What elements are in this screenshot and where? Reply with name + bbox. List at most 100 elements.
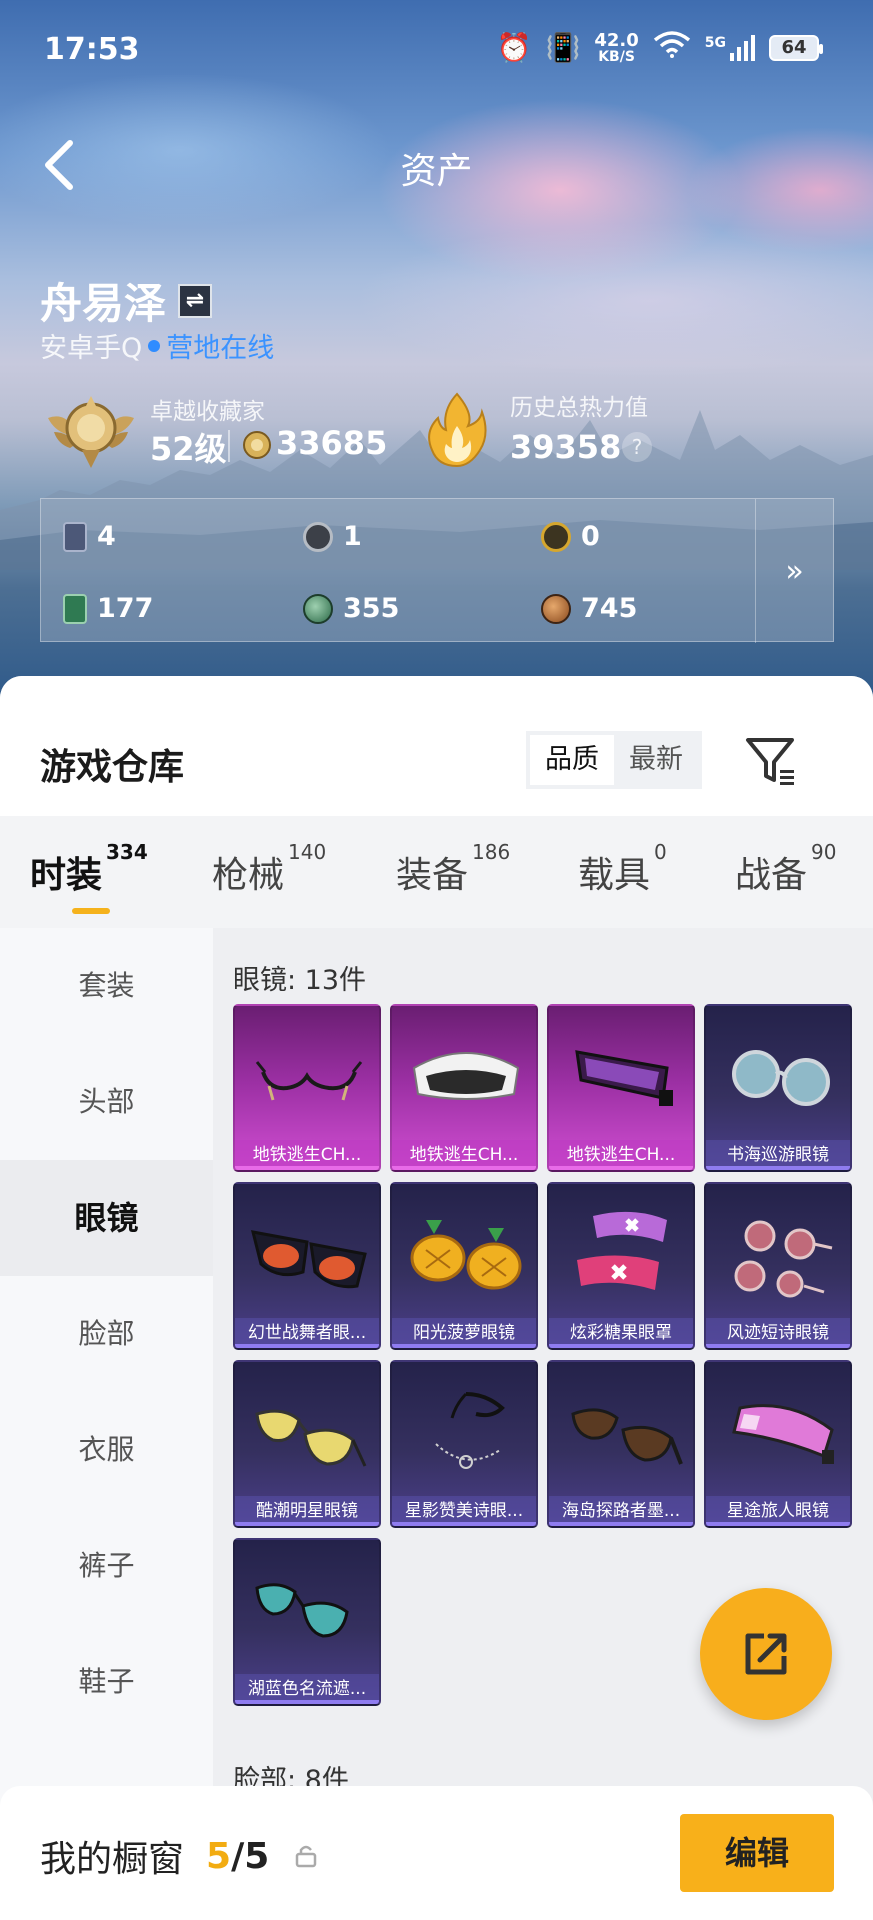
item-card[interactable]: 星途旅人眼镜 [704, 1360, 852, 1528]
edit-button[interactable]: 编辑 [680, 1814, 834, 1892]
warehouse-sheet: 游戏仓库 品质 最新 时装334 枪械140 装备186 载具0 战备90 套装… [0, 676, 873, 1920]
candy-blindfold-icon [577, 1211, 667, 1290]
showcase-label: 我的橱窗 5/5 [40, 1830, 317, 1882]
item-card[interactable]: 幻世战舞者眼... [233, 1182, 381, 1350]
tab-supplies[interactable]: 战备90 [735, 840, 836, 898]
sort-toggle: 品质 最新 [526, 731, 702, 789]
lock-icon [296, 1845, 317, 1868]
stat-item: 745 [541, 593, 637, 624]
item-card[interactable]: 星影赞美诗眼... [390, 1360, 538, 1528]
item-card[interactable]: 地铁逃生CH... [547, 1004, 695, 1172]
sort-newest-button[interactable]: 最新 [614, 735, 698, 785]
pink-round-glasses-icon [734, 1220, 833, 1298]
online-dot-icon [148, 339, 161, 352]
silver-medal-icon [303, 521, 333, 552]
item-card[interactable]: 湖蓝色名流遮... [233, 1538, 381, 1706]
tab-vehicles[interactable]: 载具0 [578, 840, 667, 898]
alarm-icon: ⏰ [496, 31, 532, 64]
platform-info: 安卓手Q 营地在线 [40, 326, 274, 365]
active-tab-indicator [72, 908, 110, 914]
tab-equipment[interactable]: 装备186 [396, 840, 510, 898]
sidebar-item-suit[interactable]: 套装 [0, 928, 213, 1044]
sidebar-item-face[interactable]: 脸部 [0, 1276, 213, 1392]
category-tabs: 时装334 枪械140 装备186 载具0 战备90 [0, 816, 873, 928]
subcategory-sidebar: 套装 头部 眼镜 脸部 衣服 裤子 鞋子 [0, 928, 213, 1808]
chain-monocle-icon [435, 1392, 505, 1469]
switch-account-icon[interactable]: ⇌ [178, 283, 213, 318]
heat-value: 39358 [510, 428, 622, 466]
battery-icon: 64 [769, 34, 823, 61]
item-card[interactable]: 书海巡游眼镜 [704, 1004, 852, 1172]
stat-item: 355 [303, 593, 399, 624]
card-icon [63, 521, 87, 552]
rarity-bar [392, 1344, 536, 1348]
external-link-icon [745, 1633, 787, 1675]
pink-visor-icon [732, 1404, 834, 1464]
brown-sunglasses-icon [571, 1408, 683, 1465]
tab-guns[interactable]: 枪械140 [212, 840, 326, 898]
online-status: 营地在线 [166, 333, 275, 364]
rarity-bar [706, 1166, 850, 1170]
chain-glasses-icon [255, 1061, 363, 1101]
heat-title: 历史总热力值 [510, 395, 648, 421]
medal-coin-icon [243, 431, 271, 459]
showcase-bar: 我的橱窗 5/5 编辑 [0, 1786, 873, 1920]
section-heading-glasses: 眼镜: 13件 [233, 965, 367, 996]
item-card[interactable]: 风迹短诗眼镜 [704, 1182, 852, 1350]
filter-icon[interactable] [742, 732, 800, 788]
double-chevron-right-icon[interactable]: » [755, 499, 833, 643]
stat-item: 1 [303, 521, 362, 552]
divider [228, 430, 230, 462]
visor-goggles-icon [575, 1050, 673, 1106]
rarity-bar [549, 1522, 693, 1526]
item-grid-area: 眼镜: 13件 地铁逃生CH... 地铁逃生CH... 地铁逃生CH... 书海… [213, 928, 873, 1868]
sort-quality-button[interactable]: 品质 [530, 735, 614, 785]
stat-item: 4 [63, 521, 116, 552]
showcase-total: 5 [244, 1835, 270, 1877]
yellow-aviators-icon [255, 1409, 367, 1467]
green-card-icon [63, 593, 87, 624]
collector-level: 52级 [150, 430, 227, 468]
item-card[interactable]: 酷潮明星眼镜 [233, 1360, 381, 1528]
stat-item: 177 [63, 593, 153, 624]
asset-stats-panel[interactable]: 4 1 0 177 355 745 » [40, 498, 834, 643]
item-card[interactable]: 地铁逃生CH... [390, 1004, 538, 1172]
status-time: 17:53 [44, 32, 140, 67]
orange-sunglasses-icon [250, 1230, 367, 1289]
round-glasses-icon [732, 1050, 830, 1106]
profile-header: 17:53 ⏰ 📳 42.0 KB/S 5G 64 资产 舟易泽 ⇌ 安卓手Q 营… [0, 0, 873, 700]
rarity-bar [235, 1344, 379, 1348]
sidebar-item-shoes[interactable]: 鞋子 [0, 1624, 213, 1740]
cell-signal-icon: 5G [705, 34, 755, 61]
rarity-bar [549, 1344, 693, 1348]
warehouse-title: 游戏仓库 [40, 747, 185, 788]
showcase-slash: / [231, 1835, 245, 1877]
sidebar-item-head[interactable]: 头部 [0, 1044, 213, 1160]
item-card[interactable]: 阳光菠萝眼镜 [390, 1182, 538, 1350]
warehouse-header: 游戏仓库 品质 最新 [0, 676, 873, 816]
status-icons: ⏰ 📳 42.0 KB/S 5G 64 [496, 29, 823, 65]
item-card[interactable]: 地铁逃生CH... [233, 1004, 381, 1172]
rarity-bar [235, 1166, 379, 1170]
gold-medal-icon [541, 521, 571, 552]
item-card[interactable]: 海岛探路者墨... [547, 1360, 695, 1528]
collector-points: 33685 [276, 424, 388, 462]
wifi-icon [653, 30, 691, 65]
pineapple-glasses-icon [410, 1220, 522, 1290]
sidebar-item-glasses[interactable]: 眼镜 [0, 1160, 213, 1276]
vibrate-icon: 📳 [545, 31, 581, 64]
net-speed: 42.0 KB/S [594, 29, 639, 65]
rarity-bar [706, 1522, 850, 1526]
teal-sunglasses-icon [255, 1583, 349, 1638]
collector-badge-icon [48, 396, 134, 468]
collector-title: 卓越收藏家 [150, 399, 265, 425]
item-card[interactable]: 炫彩糖果眼罩 [547, 1182, 695, 1350]
tab-fashion[interactable]: 时装334 [30, 840, 148, 898]
sidebar-item-clothes[interactable]: 衣服 [0, 1392, 213, 1508]
rarity-bar [706, 1344, 850, 1348]
help-icon[interactable]: ? [622, 432, 652, 462]
sidebar-item-pants[interactable]: 裤子 [0, 1508, 213, 1624]
share-button[interactable] [700, 1588, 832, 1720]
rarity-bar [392, 1522, 536, 1526]
rarity-bar [549, 1166, 693, 1170]
